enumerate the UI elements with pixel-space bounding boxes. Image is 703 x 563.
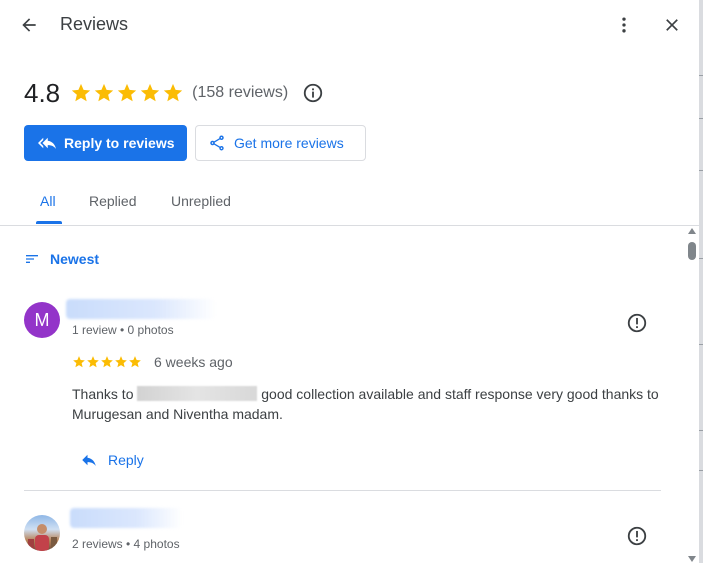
star-icon bbox=[87, 356, 99, 368]
profile-photo-icon bbox=[28, 524, 57, 551]
rating-summary: 4.8 (158 reviews) bbox=[24, 77, 324, 109]
scroll-down-arrow[interactable] bbox=[688, 556, 696, 562]
scroll-up-arrow[interactable] bbox=[688, 228, 696, 234]
rating-value: 4.8 bbox=[24, 77, 61, 108]
background-window-edge bbox=[699, 0, 703, 563]
review-text: Thanks to good collection available and … bbox=[72, 384, 672, 424]
star-icon bbox=[163, 83, 183, 102]
star-icon bbox=[94, 83, 114, 102]
tab-all[interactable]: All bbox=[40, 193, 56, 209]
star-icon bbox=[115, 356, 127, 368]
review-divider bbox=[24, 490, 661, 491]
avatar[interactable] bbox=[24, 515, 60, 551]
rating-stars bbox=[70, 82, 184, 104]
reviewer-meta: 2 reviews • 4 photos bbox=[72, 537, 180, 551]
close-icon[interactable] bbox=[659, 12, 685, 38]
review-text-start: Thanks to bbox=[72, 386, 134, 402]
report-icon[interactable] bbox=[626, 312, 648, 334]
reply-all-icon bbox=[38, 137, 56, 149]
reviews-panel: Reviews 4.8 (158 reviews) Reply to revie… bbox=[0, 0, 699, 563]
sort-button[interactable]: Newest bbox=[24, 251, 99, 267]
reply-label: Reply bbox=[108, 452, 144, 468]
redacted-text bbox=[137, 386, 258, 401]
reply-to-reviews-label: Reply to reviews bbox=[64, 135, 175, 151]
star-icon bbox=[73, 356, 85, 368]
info-icon[interactable] bbox=[302, 82, 324, 104]
tabs-divider bbox=[0, 225, 699, 226]
sort-label: Newest bbox=[50, 251, 100, 267]
reply-to-reviews-button[interactable]: Reply to reviews bbox=[24, 125, 187, 161]
reviewer-meta: 1 review • 0 photos bbox=[72, 323, 174, 337]
review-time: 6 weeks ago bbox=[154, 354, 233, 370]
avatar[interactable]: M bbox=[24, 302, 60, 338]
review-count: (158 reviews) bbox=[192, 84, 289, 101]
page-title: Reviews bbox=[60, 14, 129, 34]
scroll-thumb[interactable] bbox=[688, 242, 696, 260]
star-icon bbox=[101, 356, 113, 368]
review-rating-stars bbox=[72, 355, 142, 369]
report-icon[interactable] bbox=[626, 525, 648, 547]
star-icon bbox=[117, 83, 137, 102]
reply-icon bbox=[82, 454, 96, 466]
tab-replied[interactable]: Replied bbox=[89, 193, 136, 209]
star-icon bbox=[129, 356, 141, 368]
get-more-reviews-button[interactable]: Get more reviews bbox=[195, 125, 366, 161]
star-icon bbox=[71, 83, 91, 102]
reviewer-name-redacted[interactable] bbox=[70, 508, 182, 528]
reviewer-name-redacted[interactable] bbox=[66, 299, 216, 319]
tab-unreplied[interactable]: Unreplied bbox=[171, 193, 231, 209]
sort-icon bbox=[26, 255, 38, 263]
active-tab-indicator bbox=[36, 221, 62, 224]
scrollbar[interactable] bbox=[686, 226, 698, 563]
get-more-reviews-label: Get more reviews bbox=[234, 135, 344, 151]
share-icon bbox=[210, 135, 224, 151]
reply-button[interactable]: Reply bbox=[80, 451, 144, 469]
more-vert-icon[interactable] bbox=[612, 12, 636, 38]
star-icon bbox=[140, 83, 160, 102]
arrow-back-icon[interactable] bbox=[16, 12, 42, 38]
